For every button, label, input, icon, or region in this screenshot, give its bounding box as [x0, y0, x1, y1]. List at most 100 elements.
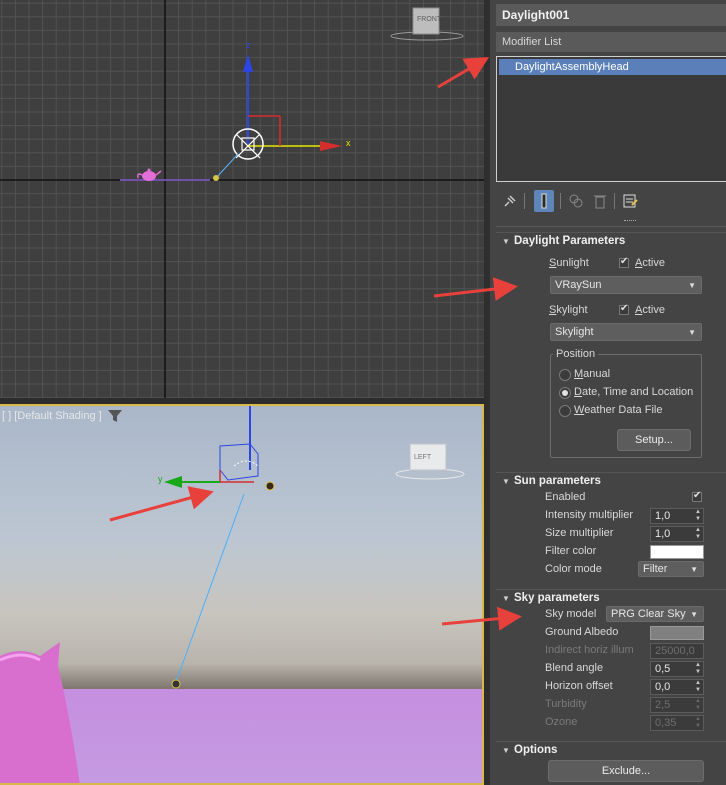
rollout-daylight-parameters[interactable]: ▼ Daylight Parameters: [496, 232, 726, 250]
sky-model-value: PRG Clear Sky: [611, 608, 686, 620]
rollout-sky-parameters[interactable]: ▼ Sky parameters: [496, 589, 726, 607]
horizon-offset-label: Horizon offset: [545, 680, 613, 692]
command-panel: Daylight001 Modifier List DaylightAssemb…: [484, 0, 726, 785]
ozone-value: 0,35: [655, 717, 677, 729]
spinner-arrows-icon[interactable]: ▲ ▼: [694, 527, 702, 541]
spinner-arrows-icon: ▲ ▼: [695, 716, 701, 729]
spinner-arrows-icon[interactable]: ▲ ▼: [694, 662, 702, 676]
indirect-horiz-illum-spinner: 25000,0: [650, 643, 704, 659]
axis-y-label: y: [158, 474, 163, 484]
object-name-field[interactable]: Daylight001: [496, 4, 726, 26]
blend-angle-spinner[interactable]: 0,5 ▲ ▼: [650, 661, 704, 677]
show-end-result-icon: [541, 193, 547, 209]
indirect-value: 25000,0: [655, 645, 695, 657]
blend-value: 0,5: [655, 663, 671, 675]
front-viewport[interactable]: FRONT x z: [0, 0, 484, 398]
viewport-label[interactable]: [ ] [Default Shading ]: [2, 410, 102, 422]
rollout-options[interactable]: ▼ Options: [496, 741, 726, 759]
modifier-stack[interactable]: DaylightAssemblyHead: [496, 56, 726, 182]
sun-parameters-body: Enabled Intensity multiplier 1,0 ▲▼ Size…: [496, 490, 726, 582]
sunlight-type-dropdown[interactable]: VRaySun ▼: [550, 276, 702, 294]
daylight-gizmo-perspective[interactable]: [150, 404, 300, 694]
rollout-title: Daylight Parameters: [514, 235, 626, 247]
filter-color-swatch[interactable]: [650, 545, 704, 559]
ozone-label: Ozone: [545, 716, 578, 728]
skylight-type-dropdown[interactable]: Skylight ▼: [550, 323, 702, 341]
enabled-label: Enabled: [545, 491, 586, 503]
stack-item-daylight-assembly-head[interactable]: DaylightAssemblyHead: [499, 59, 726, 75]
chevron-down-icon: ▼: [690, 610, 698, 619]
intensity-spinner[interactable]: 1,0 ▲ ▼: [650, 508, 704, 524]
ground-albedo-swatch[interactable]: [650, 626, 704, 640]
sunlight-active-label: Active: [635, 257, 665, 269]
color-mode-dropdown[interactable]: Filter ▼: [638, 561, 704, 577]
spinner-arrows-icon[interactable]: ▲ ▼: [694, 509, 702, 523]
skylight-active-label: Active: [635, 304, 665, 316]
axis-z-label: z: [246, 40, 251, 50]
pin-stack-button[interactable]: [500, 190, 520, 212]
setup-button[interactable]: Setup...: [617, 429, 691, 451]
collapse-triangle-icon: ▼: [502, 237, 510, 246]
enabled-checkbox[interactable]: [692, 490, 702, 502]
radio-date-time-location[interactable]: [559, 387, 571, 399]
position-group-title: Position: [553, 348, 599, 360]
radio-weather-data-file-label: Weather Data File: [574, 404, 663, 416]
configure-modifier-sets-icon: [623, 194, 638, 208]
rollout-sun-parameters[interactable]: ▼ Sun parameters: [496, 472, 726, 490]
teapot-object[interactable]: [0, 636, 80, 785]
horizon-value: 0,0: [655, 681, 671, 693]
ground-albedo-label: Ground Albedo: [545, 626, 619, 638]
turbidity-spinner: 2,5 ▲ ▼: [650, 697, 704, 713]
size-value: 1,0: [655, 528, 671, 540]
make-unique-button[interactable]: [566, 190, 586, 212]
collapse-triangle-icon: ▼: [502, 746, 510, 755]
size-label: Size multiplier: [545, 527, 614, 539]
axis-x-label: x: [346, 138, 351, 148]
skylight-label: Skylight: [549, 304, 588, 316]
configure-modifier-sets-button[interactable]: [620, 190, 640, 212]
radio-manual[interactable]: [559, 369, 571, 381]
sunlight-label: Sunlight: [549, 257, 589, 269]
horizon-offset-spinner[interactable]: 0,0 ▲ ▼: [650, 679, 704, 695]
chevron-down-icon: ▼: [688, 281, 696, 290]
make-unique-icon: [569, 194, 583, 208]
filter-color-label: Filter color: [545, 545, 597, 557]
skylight-active-checkbox[interactable]: [619, 303, 629, 315]
remove-modifier-button[interactable]: [590, 190, 610, 212]
viewcube-label: FRONT: [417, 16, 442, 23]
turbidity-label: Turbidity: [545, 698, 587, 710]
sky-model-label: Sky model: [545, 608, 597, 620]
exclude-button[interactable]: Exclude...: [548, 760, 704, 782]
viewcube[interactable]: FRONT: [388, 4, 466, 44]
radio-weather-data-file[interactable]: [559, 405, 571, 417]
sunlight-type-value: VRaySun: [555, 279, 602, 291]
viewcube[interactable]: LEFT: [392, 440, 468, 484]
color-mode-value: Filter: [643, 563, 668, 575]
sunlight-active-checkbox[interactable]: [619, 256, 629, 268]
rollout-title: Options: [514, 744, 558, 756]
intensity-value: 1,0: [655, 510, 671, 522]
viewcube-label: LEFT: [414, 454, 432, 461]
viewcube-icon: [390, 7, 464, 41]
size-spinner[interactable]: 1,0 ▲ ▼: [650, 526, 704, 542]
teapot-icon[interactable]: [136, 166, 162, 182]
remove-modifier-icon: [594, 195, 606, 209]
rollout-title: Sky parameters: [514, 592, 600, 604]
perspective-viewport[interactable]: [ ] [Default Shading ] LEFT y: [0, 404, 484, 785]
sky-model-dropdown[interactable]: PRG Clear Sky ▼: [606, 606, 704, 622]
spinner-arrows-icon[interactable]: ▲ ▼: [694, 680, 702, 694]
chevron-down-icon: ▼: [690, 565, 698, 574]
radio-manual-label: Manual: [574, 368, 611, 380]
filter-icon[interactable]: [108, 410, 122, 422]
skylight-type-value: Skylight: [555, 326, 594, 338]
sky-parameters-body: Sky model PRG Clear Sky ▼ Ground Albedo …: [496, 606, 726, 735]
collapse-triangle-icon: ▼: [502, 477, 510, 486]
spinner-arrows-icon: ▲ ▼: [695, 698, 701, 711]
show-end-result-button[interactable]: [534, 190, 554, 212]
radio-date-time-location-label: Date, Time and Location: [574, 386, 694, 398]
modifier-stack-toolbar: [496, 190, 726, 212]
ozone-spinner: 0,35 ▲ ▼: [650, 715, 704, 731]
modifier-list-dropdown[interactable]: Modifier List: [496, 32, 726, 52]
daylight-parameters-body: Sunlight Active VRaySun ▼ Skylight Activ…: [496, 252, 726, 464]
panel-resize-handle[interactable]: [624, 220, 636, 223]
